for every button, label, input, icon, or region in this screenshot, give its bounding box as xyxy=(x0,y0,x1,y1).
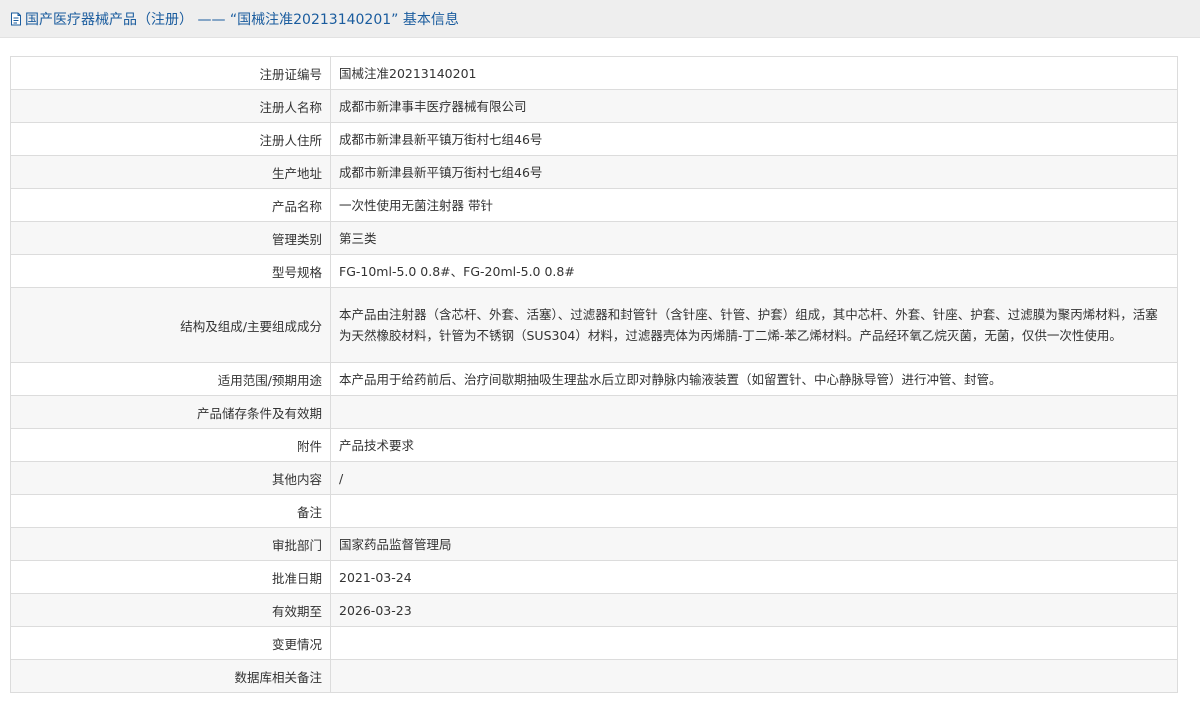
row-value: 第三类 xyxy=(330,221,1178,255)
row-value: 成都市新津事丰医疗器械有限公司 xyxy=(330,89,1178,123)
row-value xyxy=(330,494,1178,528)
row-value: 2021-03-24 xyxy=(330,560,1178,594)
row-value: 产品技术要求 xyxy=(330,428,1178,462)
row-value: 成都市新津县新平镇万街村七组46号 xyxy=(330,122,1178,156)
row-label: 数据库相关备注 xyxy=(10,659,331,693)
row-value xyxy=(330,659,1178,693)
row-label: 有效期至 xyxy=(10,593,331,627)
table-row-valid-until: 有效期至 2026-03-23 xyxy=(10,593,1178,627)
table-row-change-history: 变更情况 xyxy=(10,626,1178,660)
row-label: 管理类别 xyxy=(10,221,331,255)
table-row-approval-department: 审批部门 国家药品监督管理局 xyxy=(10,527,1178,561)
row-label: 附件 xyxy=(10,428,331,462)
row-label: 审批部门 xyxy=(10,527,331,561)
row-value: 2026-03-23 xyxy=(330,593,1178,627)
table-row-product-name: 产品名称 一次性使用无菌注射器 带针 xyxy=(10,188,1178,222)
row-value xyxy=(330,395,1178,429)
row-value xyxy=(330,626,1178,660)
table-row-registrant-address: 注册人住所 成都市新津县新平镇万街村七组46号 xyxy=(10,122,1178,156)
row-value: / xyxy=(330,461,1178,495)
row-value: 国家药品监督管理局 xyxy=(330,527,1178,561)
row-label: 结构及组成/主要组成成分 xyxy=(10,287,331,363)
info-table-body: 注册证编号 国械注准20213140201 注册人名称 成都市新津事丰医疗器械有限公司… xyxy=(10,56,1178,693)
row-value: 一次性使用无菌注射器 带针 xyxy=(330,188,1178,222)
page-header: 国产医疗器械产品（注册） —— “国械注准20213140201” 基本信息 xyxy=(0,0,1200,38)
table-row-approval-date: 批准日期 2021-03-24 xyxy=(10,560,1178,594)
row-label: 生产地址 xyxy=(10,155,331,189)
table-row-intended-use: 适用范围/预期用途 本产品用于给药前后、治疗间歇期抽吸生理盐水后立即对静脉内输液装… xyxy=(10,362,1178,396)
row-value: FG-10ml-5.0 0.8#、FG-20ml-5.0 0.8# xyxy=(330,254,1178,288)
table-row-other-content: 其他内容 / xyxy=(10,461,1178,495)
table-row-registration-number: 注册证编号 国械注准20213140201 xyxy=(10,56,1178,90)
row-label: 注册人名称 xyxy=(10,89,331,123)
page-title: 国产医疗器械产品（注册） —— “国械注准20213140201” 基本信息 xyxy=(25,11,459,28)
table-row-management-category: 管理类别 第三类 xyxy=(10,221,1178,255)
table-row-remarks: 备注 xyxy=(10,494,1178,528)
table-row-attachment: 附件 产品技术要求 xyxy=(10,428,1178,462)
row-value: 本产品由注射器（含芯杆、外套、活塞）、过滤器和封管针（含针座、针管、护套）组成，… xyxy=(330,287,1178,363)
row-label: 变更情况 xyxy=(10,626,331,660)
row-label: 产品储存条件及有效期 xyxy=(10,395,331,429)
table-row-model-spec: 型号规格 FG-10ml-5.0 0.8#、FG-20ml-5.0 0.8# xyxy=(10,254,1178,288)
row-label: 备注 xyxy=(10,494,331,528)
row-label: 型号规格 xyxy=(10,254,331,288)
row-value: 国械注准20213140201 xyxy=(330,56,1178,90)
row-value: 本产品用于给药前后、治疗间歇期抽吸生理盐水后立即对静脉内输液装置（如留置针、中心… xyxy=(330,362,1178,396)
table-row-storage-validity: 产品储存条件及有效期 xyxy=(10,395,1178,429)
info-table-container: 注册证编号 国械注准20213140201 注册人名称 成都市新津事丰医疗器械有限公司… xyxy=(10,56,1178,693)
row-label: 批准日期 xyxy=(10,560,331,594)
info-table: 注册证编号 国械注准20213140201 注册人名称 成都市新津事丰医疗器械有限公司… xyxy=(10,56,1178,693)
row-label: 产品名称 xyxy=(10,188,331,222)
row-label: 其他内容 xyxy=(10,461,331,495)
row-label: 注册人住所 xyxy=(10,122,331,156)
row-label: 注册证编号 xyxy=(10,56,331,90)
row-value: 成都市新津县新平镇万街村七组46号 xyxy=(330,155,1178,189)
table-row-database-notes: 数据库相关备注 xyxy=(10,659,1178,693)
document-icon xyxy=(10,12,22,26)
row-label: 适用范围/预期用途 xyxy=(10,362,331,396)
table-row-production-address: 生产地址 成都市新津县新平镇万街村七组46号 xyxy=(10,155,1178,189)
table-row-registrant-name: 注册人名称 成都市新津事丰医疗器械有限公司 xyxy=(10,89,1178,123)
table-row-structure-composition: 结构及组成/主要组成成分 本产品由注射器（含芯杆、外套、活塞）、过滤器和封管针（含… xyxy=(10,287,1178,363)
